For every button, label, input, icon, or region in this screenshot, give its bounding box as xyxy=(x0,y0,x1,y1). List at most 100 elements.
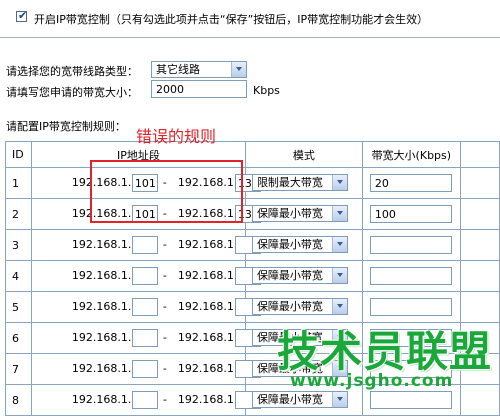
bandwidth-rule-input[interactable]: 20 xyxy=(369,174,452,192)
ip-range-cell: 192.168.1. -192.168.1. xyxy=(30,229,261,261)
row-id: 4 xyxy=(5,260,32,292)
chevron-down-icon xyxy=(331,206,347,221)
bandwidth-value: 2000 xyxy=(156,83,184,96)
mode-cell: 保障最小带宽 xyxy=(244,229,363,261)
table-row: 1 192.168.1. 101-192.168.1. 130 限制最大带宽 20 xyxy=(5,167,500,199)
ip-range-cell: 192.168.1. -192.168.1. xyxy=(30,322,261,354)
annotation-label: 错误的规则 xyxy=(136,127,217,146)
ip-prefix-end: 192.168.1. xyxy=(177,269,238,282)
ip-dash: - xyxy=(162,269,167,282)
ip-start-input[interactable] xyxy=(131,236,158,254)
ip-start-input[interactable] xyxy=(131,329,158,347)
mode-select[interactable]: 保障最小带宽 xyxy=(251,205,348,222)
ip-range-cell: 192.168.1. -192.168.1. xyxy=(30,260,261,292)
chevron-down-icon xyxy=(331,392,347,407)
row-id: 7 xyxy=(5,353,32,385)
bandwidth-rule-input[interactable]: 100 xyxy=(369,205,452,223)
bandwidth-rule-input[interactable] xyxy=(369,391,452,409)
chevron-down-icon xyxy=(331,237,347,252)
chevron-down-icon xyxy=(231,62,246,77)
chevron-down-icon xyxy=(331,268,347,283)
ip-dash: - xyxy=(162,331,167,344)
ip-range-cell: 192.168.1. -192.168.1. xyxy=(30,353,261,385)
ip-prefix-start: 192.168.1. xyxy=(71,331,132,344)
bandwidth-rule-value: 20 xyxy=(374,177,389,190)
ip-start-input[interactable] xyxy=(131,391,158,409)
bandwidth-unit: Kbps xyxy=(253,84,280,97)
table-header-row: ID IP地址段 模式 带宽大小(Kbps) xyxy=(5,141,500,168)
ip-prefix-end: 192.168.1. xyxy=(177,238,238,251)
extra-cell xyxy=(459,198,500,230)
header-extra xyxy=(459,141,500,168)
mode-value: 保障最小带宽 xyxy=(256,269,323,282)
row-id: 6 xyxy=(5,322,32,354)
row-id: 8 xyxy=(5,384,32,416)
ip-dash: - xyxy=(162,300,167,313)
ip-dash: - xyxy=(162,393,167,406)
enable-label: 开启IP带宽控制（只有勾选此项并点击“保存”按钮后，IP带宽控制功能才会生效） xyxy=(34,13,429,26)
rules-section-label: 请配置IP带宽控制规则： xyxy=(6,120,126,133)
bandwidth-cell xyxy=(361,260,461,292)
ip-range-cell: 192.168.1. -192.168.1. xyxy=(30,291,261,323)
line-type-select[interactable]: 其它线路 xyxy=(151,61,247,78)
watermark-logo: 技术员联盟 xyxy=(277,327,493,376)
ip-prefix-start: 192.168.1. xyxy=(71,393,132,406)
row-id: 5 xyxy=(5,291,32,323)
ip-start-input[interactable] xyxy=(131,267,158,285)
ip-prefix-end: 192.168.1. xyxy=(177,331,238,344)
row-id: 2 xyxy=(5,198,32,230)
enable-checkbox[interactable]: ✔ xyxy=(16,9,28,22)
bandwidth-rule-input[interactable] xyxy=(369,298,452,316)
table-row: 3 192.168.1. -192.168.1. 保障最小带宽 xyxy=(5,229,500,261)
ip-prefix-end: 192.168.1. xyxy=(177,393,238,406)
extra-cell xyxy=(459,229,500,261)
mode-select[interactable]: 保障最小带宽 xyxy=(251,267,348,284)
mode-value: 保障最小带宽 xyxy=(256,238,323,251)
ip-prefix-start: 192.168.1. xyxy=(71,300,132,313)
ip-range-cell: 192.168.1. -192.168.1. xyxy=(30,384,261,416)
table-row: 2 192.168.1. 101-192.168.1. 130 保障最小带宽 100 xyxy=(5,198,500,230)
bandwidth-rule-value: 100 xyxy=(374,208,396,221)
mode-select[interactable]: 保障最小带宽 xyxy=(251,236,348,253)
mode-value: 保障最小带宽 xyxy=(256,393,323,406)
mode-select[interactable]: 保障最小带宽 xyxy=(251,298,348,315)
bandwidth-label: 请填写您申请的带宽大小： xyxy=(6,86,138,99)
header-bandwidth: 带宽大小(Kbps) xyxy=(361,141,461,168)
ip-prefix-start: 192.168.1. xyxy=(71,238,132,251)
bandwidth-input[interactable]: 2000 xyxy=(151,80,247,98)
ip-prefix-start: 192.168.1. xyxy=(71,269,132,282)
extra-cell xyxy=(459,384,500,416)
mode-select[interactable]: 限制最大带宽 xyxy=(251,174,348,191)
ip-dash: - xyxy=(162,238,167,251)
bandwidth-cell xyxy=(361,229,461,261)
mode-cell: 保障最小带宽 xyxy=(244,260,363,292)
chevron-down-icon xyxy=(331,175,347,190)
mode-cell: 保障最小带宽 xyxy=(244,198,363,230)
mode-cell: 限制最大带宽 xyxy=(244,167,363,199)
mode-select[interactable]: 保障最小带宽 xyxy=(251,391,348,408)
bandwidth-cell: 100 xyxy=(361,198,461,230)
ip-prefix-end: 192.168.1. xyxy=(177,300,238,313)
chevron-down-icon xyxy=(331,299,347,314)
line-type-label: 请选择您的宽带线路类型： xyxy=(6,65,138,78)
check-icon: ✔ xyxy=(18,9,28,22)
ip-prefix-end: 192.168.1. xyxy=(177,362,238,375)
mode-value: 限制最大带宽 xyxy=(256,176,323,189)
divider xyxy=(0,37,500,38)
extra-cell xyxy=(459,167,500,199)
row-id: 3 xyxy=(5,229,32,261)
mode-value: 保障最小带宽 xyxy=(256,300,323,313)
ip-start-input[interactable] xyxy=(131,298,158,316)
mode-value: 保障最小带宽 xyxy=(256,207,323,220)
bandwidth-cell: 20 xyxy=(361,167,461,199)
bandwidth-rule-input[interactable] xyxy=(369,236,452,254)
table-row: 4 192.168.1. -192.168.1. 保障最小带宽 xyxy=(5,260,500,292)
ip-dash: - xyxy=(162,362,167,375)
ip-start-input[interactable] xyxy=(131,360,158,378)
annotation-box xyxy=(90,160,243,223)
bandwidth-rule-input[interactable] xyxy=(369,267,452,285)
header-id: ID xyxy=(5,141,32,168)
watermark-url: www.jsgho.com xyxy=(290,371,454,391)
header-mode: 模式 xyxy=(244,141,363,168)
ip-prefix-start: 192.168.1. xyxy=(71,362,132,375)
